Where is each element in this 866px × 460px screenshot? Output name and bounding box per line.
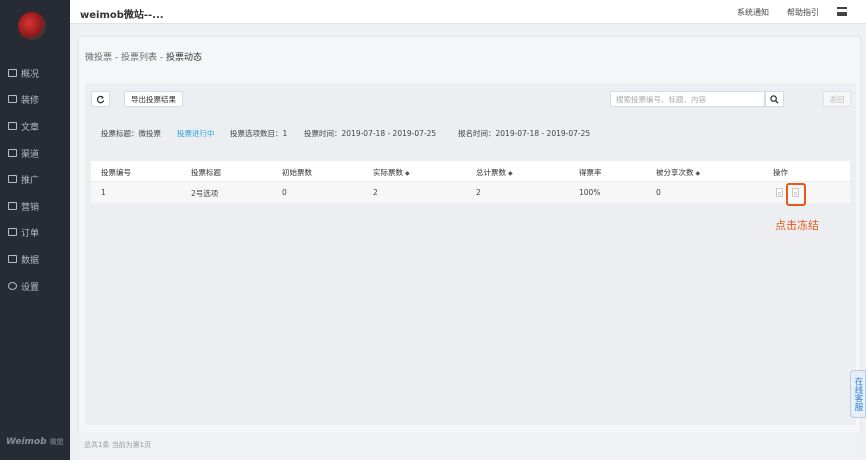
cell-shares: 0 (656, 188, 661, 197)
status-badge: 投票进行中 (177, 129, 215, 138)
sidebar-item-label: 概况 (21, 69, 40, 80)
annotation-text: 点击冻结 (775, 219, 819, 232)
overview-icon (8, 69, 17, 77)
vote-table: 投票编号 投票标题 初始票数 实际票数 ◆ 总计票数 ◆ 得票率 被分享次数 ◆ 操作… (91, 161, 850, 203)
brand-sub: 微盟 (49, 438, 64, 446)
topbar: weimob微站--... 系统通知 帮助指引 (70, 0, 866, 24)
sidebar-item-marketing[interactable]: 营销 (0, 195, 70, 217)
sort-icon: ◆ (508, 170, 513, 177)
col-header-label: 总计票数 (476, 168, 506, 177)
back-button[interactable]: 返回 (823, 91, 851, 107)
cell-initial: 0 (282, 188, 287, 197)
col-header-label: 实际票数 (373, 168, 403, 177)
system-notice-link[interactable]: 系统通知 (737, 7, 769, 18)
sidebar-item-overview[interactable]: 概况 (0, 62, 70, 84)
sidebar-item-label: 文章 (21, 122, 40, 133)
sidebar-item-label: 设置 (21, 282, 40, 293)
app-title: weimob微站--... (80, 10, 164, 21)
breadcrumb-item[interactable]: 投票列表 (121, 53, 157, 63)
online-service-button[interactable]: 在线客服 (850, 370, 866, 418)
sidebar-item-settings[interactable]: 设置 (0, 275, 70, 297)
signup-time: 报名时间：2019-07-18 - 2019-07-25 (458, 129, 591, 138)
cell-rate: 100% (579, 188, 601, 197)
sidebar-item-data[interactable]: 数据 (0, 248, 70, 270)
pagination-info: 总共1条 当前为第1页 (84, 441, 152, 449)
sidebar-item-promotion[interactable]: 推广 (0, 168, 70, 190)
pagination-footer: 总共1条 当前为第1页 (78, 432, 861, 458)
sidebar-item-article[interactable]: 文章 (0, 115, 70, 137)
col-header: 投票标题 (191, 168, 221, 177)
menu-icon[interactable] (837, 7, 847, 16)
sidebar-item-label: 订单 (21, 228, 40, 239)
sidebar-item-label: 营销 (21, 202, 40, 213)
col-header-sortable[interactable]: 实际票数 ◆ (373, 167, 410, 178)
sidebar-item-decoration[interactable]: 装修 (0, 88, 70, 110)
sidebar-item-orders[interactable]: 订单 (0, 221, 70, 243)
col-header-sortable[interactable]: 被分享次数 ◆ (656, 167, 700, 178)
col-header-label: 被分享次数 (656, 168, 694, 177)
channel-icon (8, 149, 17, 157)
search-input[interactable]: 搜索投票编号、标题、内容 (610, 91, 765, 107)
breadcrumb-separator: - (114, 53, 119, 63)
logo[interactable] (18, 12, 46, 40)
help-guide-link[interactable]: 帮助指引 (787, 7, 819, 18)
brand-name: Weimob (6, 437, 47, 447)
sidebar: 概况 装修 文章 渠道 推广 营销 订单 数据 设置 Weimob 微盟 (0, 0, 70, 460)
gift-icon (8, 202, 17, 210)
breadcrumb: 微投票 - 投票列表 - 投票动态 (85, 50, 202, 63)
promotion-icon (8, 175, 17, 183)
col-header-sortable[interactable]: 总计票数 ◆ (476, 167, 513, 178)
table-row: 1 2号选项 0 2 2 100% 0 (91, 181, 850, 203)
breadcrumb-current: 投票动态 (166, 53, 203, 63)
col-header: 得票率 (579, 168, 602, 177)
export-results-button[interactable]: 导出投票结果 (124, 91, 183, 107)
col-header: 初始票数 (282, 168, 312, 177)
sidebar-item-channel[interactable]: 渠道 (0, 142, 70, 164)
vote-panel: 导出投票结果 搜索投票编号、标题、内容 返回 投票标题：微投票 投票进行中 投票… (85, 83, 856, 425)
brush-icon (8, 95, 17, 103)
sidebar-item-label: 渠道 (21, 149, 40, 160)
cell-total: 2 (476, 188, 481, 197)
order-icon (8, 228, 17, 236)
breadcrumb-separator: - (159, 53, 164, 63)
col-header: 投票编号 (101, 168, 131, 177)
sidebar-item-label: 推广 (21, 175, 40, 186)
option-count: 投票选项数目：1 (230, 129, 288, 138)
search-icon (770, 94, 779, 104)
cell-actual: 2 (373, 188, 378, 197)
vote-time: 投票时间：2019-07-18 - 2019-07-25 (304, 129, 437, 138)
search-button[interactable] (765, 91, 784, 107)
vote-title: 投票标题：微投票 (101, 129, 161, 138)
sidebar-item-label: 数据 (21, 255, 40, 266)
sidebar-item-label: 装修 (21, 95, 40, 106)
breadcrumb-item[interactable]: 微投票 (85, 53, 112, 63)
col-header: 操作 (773, 168, 788, 177)
sort-icon: ◆ (695, 170, 701, 177)
chart-icon (8, 255, 17, 263)
gear-icon (8, 282, 17, 290)
table-header: 投票编号 投票标题 初始票数 实际票数 ◆ 总计票数 ◆ 得票率 被分享次数 ◆ 操作 (91, 161, 850, 181)
article-icon (8, 122, 17, 130)
vote-info-bar: 投票标题：微投票 投票进行中 投票选项数目：1 投票时间：2019-07-18 … (91, 120, 856, 144)
view-detail-icon[interactable] (776, 188, 783, 197)
refresh-button[interactable] (91, 91, 110, 107)
main-content: 微投票 - 投票列表 - 投票动态 导出投票结果 搜索投票编号、标题、内容 返回… (78, 36, 861, 454)
brand-logo: Weimob 微盟 (6, 437, 64, 447)
refresh-icon (96, 95, 105, 103)
cell-title: 2号选项 (191, 189, 219, 198)
cell-id: 1 (101, 188, 106, 197)
sort-icon: ◆ (405, 170, 410, 177)
freeze-highlight-box (786, 183, 806, 206)
